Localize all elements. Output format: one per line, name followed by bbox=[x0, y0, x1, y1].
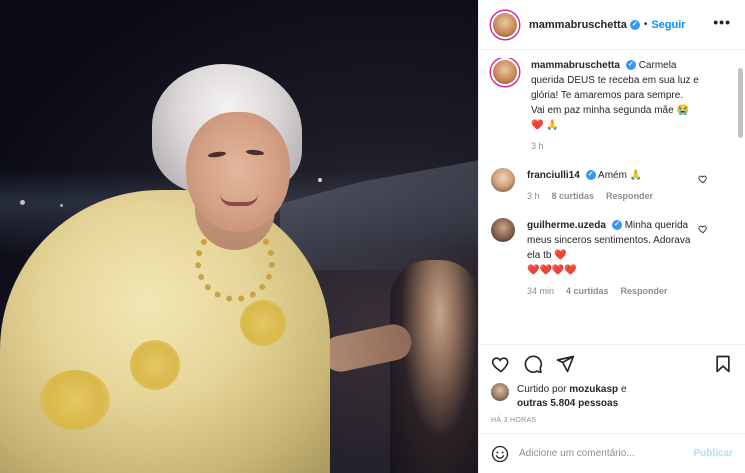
comment-time[interactable]: 3 h bbox=[527, 189, 540, 204]
liker-username[interactable]: mozukasp bbox=[569, 384, 618, 395]
caption-body: mammabruschetta ✓ Carmela querida DEUS te… bbox=[531, 58, 699, 154]
action-icons bbox=[491, 353, 733, 375]
reply-button[interactable]: Responder bbox=[606, 189, 653, 204]
comment-meta: 3 h 8 curtidas Responder bbox=[527, 189, 695, 204]
verified-icon: ✓ bbox=[629, 19, 640, 30]
comment-time[interactable]: 34 min bbox=[527, 284, 554, 299]
comments-list[interactable]: mammabruschetta ✓ Carmela querida DEUS te… bbox=[479, 58, 732, 340]
photo-dress-flower bbox=[40, 370, 110, 430]
comment-text: Amém bbox=[598, 170, 627, 181]
follow-button[interactable]: Seguir bbox=[651, 19, 685, 31]
photo-light bbox=[20, 200, 25, 205]
comment-body: guilherme.uzeda ✓ Minha querida meus sinc… bbox=[527, 218, 695, 299]
comment-body: franciulli14 ✓ Amém 🙏 3 h 8 curtidas Resp… bbox=[527, 168, 695, 204]
share-icon[interactable] bbox=[555, 354, 575, 374]
reply-button[interactable]: Responder bbox=[621, 284, 668, 299]
caption: mammabruschetta ✓ Carmela querida DEUS te… bbox=[491, 58, 720, 154]
publish-button[interactable]: Publicar bbox=[694, 448, 733, 459]
comments-scrollbar[interactable] bbox=[737, 58, 743, 340]
comment-likes[interactable]: 8 curtidas bbox=[552, 189, 595, 204]
photo-necklace bbox=[195, 222, 275, 302]
caption-meta: 3 h bbox=[531, 139, 699, 154]
photo-face bbox=[186, 112, 290, 232]
comment-item: franciulli14 ✓ Amém 🙏 3 h 8 curtidas Resp… bbox=[491, 168, 720, 204]
comment-emoji: ❤️ bbox=[554, 250, 567, 261]
comment-icon[interactable] bbox=[523, 354, 543, 374]
comment-likes[interactable]: 4 curtidas bbox=[566, 284, 609, 299]
more-icon[interactable]: ••• bbox=[713, 14, 731, 30]
likes-summary: Curtido por mozukasp e outras 5.804 pess… bbox=[491, 383, 733, 411]
photo-dress-flower bbox=[240, 300, 286, 346]
photo-dress-flower bbox=[130, 340, 180, 390]
post-timestamp[interactable]: HÁ 3 HORAS bbox=[491, 417, 733, 424]
likes-others-count[interactable]: outras 5.804 pessoas bbox=[517, 398, 618, 409]
add-comment-bar: Publicar bbox=[479, 433, 745, 473]
photo-light bbox=[60, 204, 63, 207]
header-separator: • bbox=[643, 19, 648, 30]
comment-username[interactable]: guilherme.uzeda bbox=[527, 220, 606, 231]
scrollbar-thumb[interactable] bbox=[738, 68, 743, 138]
post-header: mammabruschetta ✓ • Seguir ••• bbox=[479, 0, 745, 50]
post-actions: Curtido por mozukasp e outras 5.804 pess… bbox=[479, 344, 745, 424]
caption-time[interactable]: 3 h bbox=[531, 139, 544, 154]
likes-middle: e bbox=[620, 384, 627, 395]
comment-avatar[interactable] bbox=[491, 168, 515, 192]
photo-background-person bbox=[390, 260, 478, 473]
verified-icon: ✓ bbox=[585, 170, 596, 181]
liker-avatar[interactable] bbox=[491, 383, 509, 401]
bookmark-icon[interactable] bbox=[713, 354, 733, 374]
caption-avatar[interactable] bbox=[491, 58, 519, 86]
author-avatar[interactable] bbox=[491, 10, 519, 39]
comment-emoji: 🙏 bbox=[629, 170, 643, 181]
photo-smile bbox=[220, 194, 258, 206]
instagram-post: mammabruschetta ✓ • Seguir ••• mammabrus… bbox=[0, 0, 745, 473]
caption-username[interactable]: mammabruschetta bbox=[531, 60, 620, 71]
comment-like-heart-icon[interactable] bbox=[698, 224, 708, 234]
post-side-panel: mammabruschetta ✓ • Seguir ••• mammabrus… bbox=[478, 0, 745, 473]
comment-meta: 34 min 4 curtidas Responder bbox=[527, 284, 695, 299]
likes-text: Curtido por mozukasp e outras 5.804 pess… bbox=[517, 383, 627, 411]
comment-username[interactable]: franciulli14 bbox=[527, 170, 580, 181]
likes-prefix: Curtido por bbox=[517, 384, 567, 395]
comment-avatar[interactable] bbox=[491, 218, 515, 242]
comment-item: guilherme.uzeda ✓ Minha querida meus sinc… bbox=[491, 218, 720, 299]
author-username[interactable]: mammabruschetta bbox=[529, 19, 627, 31]
heart-icon[interactable] bbox=[491, 354, 511, 374]
comment-like-heart-icon[interactable] bbox=[698, 174, 708, 184]
verified-icon: ✓ bbox=[611, 220, 622, 231]
verified-icon: ✓ bbox=[625, 60, 636, 71]
comment-emoji-line: ❤️❤️❤️❤️ bbox=[527, 265, 577, 276]
photo-light bbox=[318, 178, 322, 182]
post-photo[interactable] bbox=[0, 0, 478, 473]
emoji-icon[interactable] bbox=[491, 445, 509, 463]
comment-input[interactable] bbox=[519, 448, 679, 459]
